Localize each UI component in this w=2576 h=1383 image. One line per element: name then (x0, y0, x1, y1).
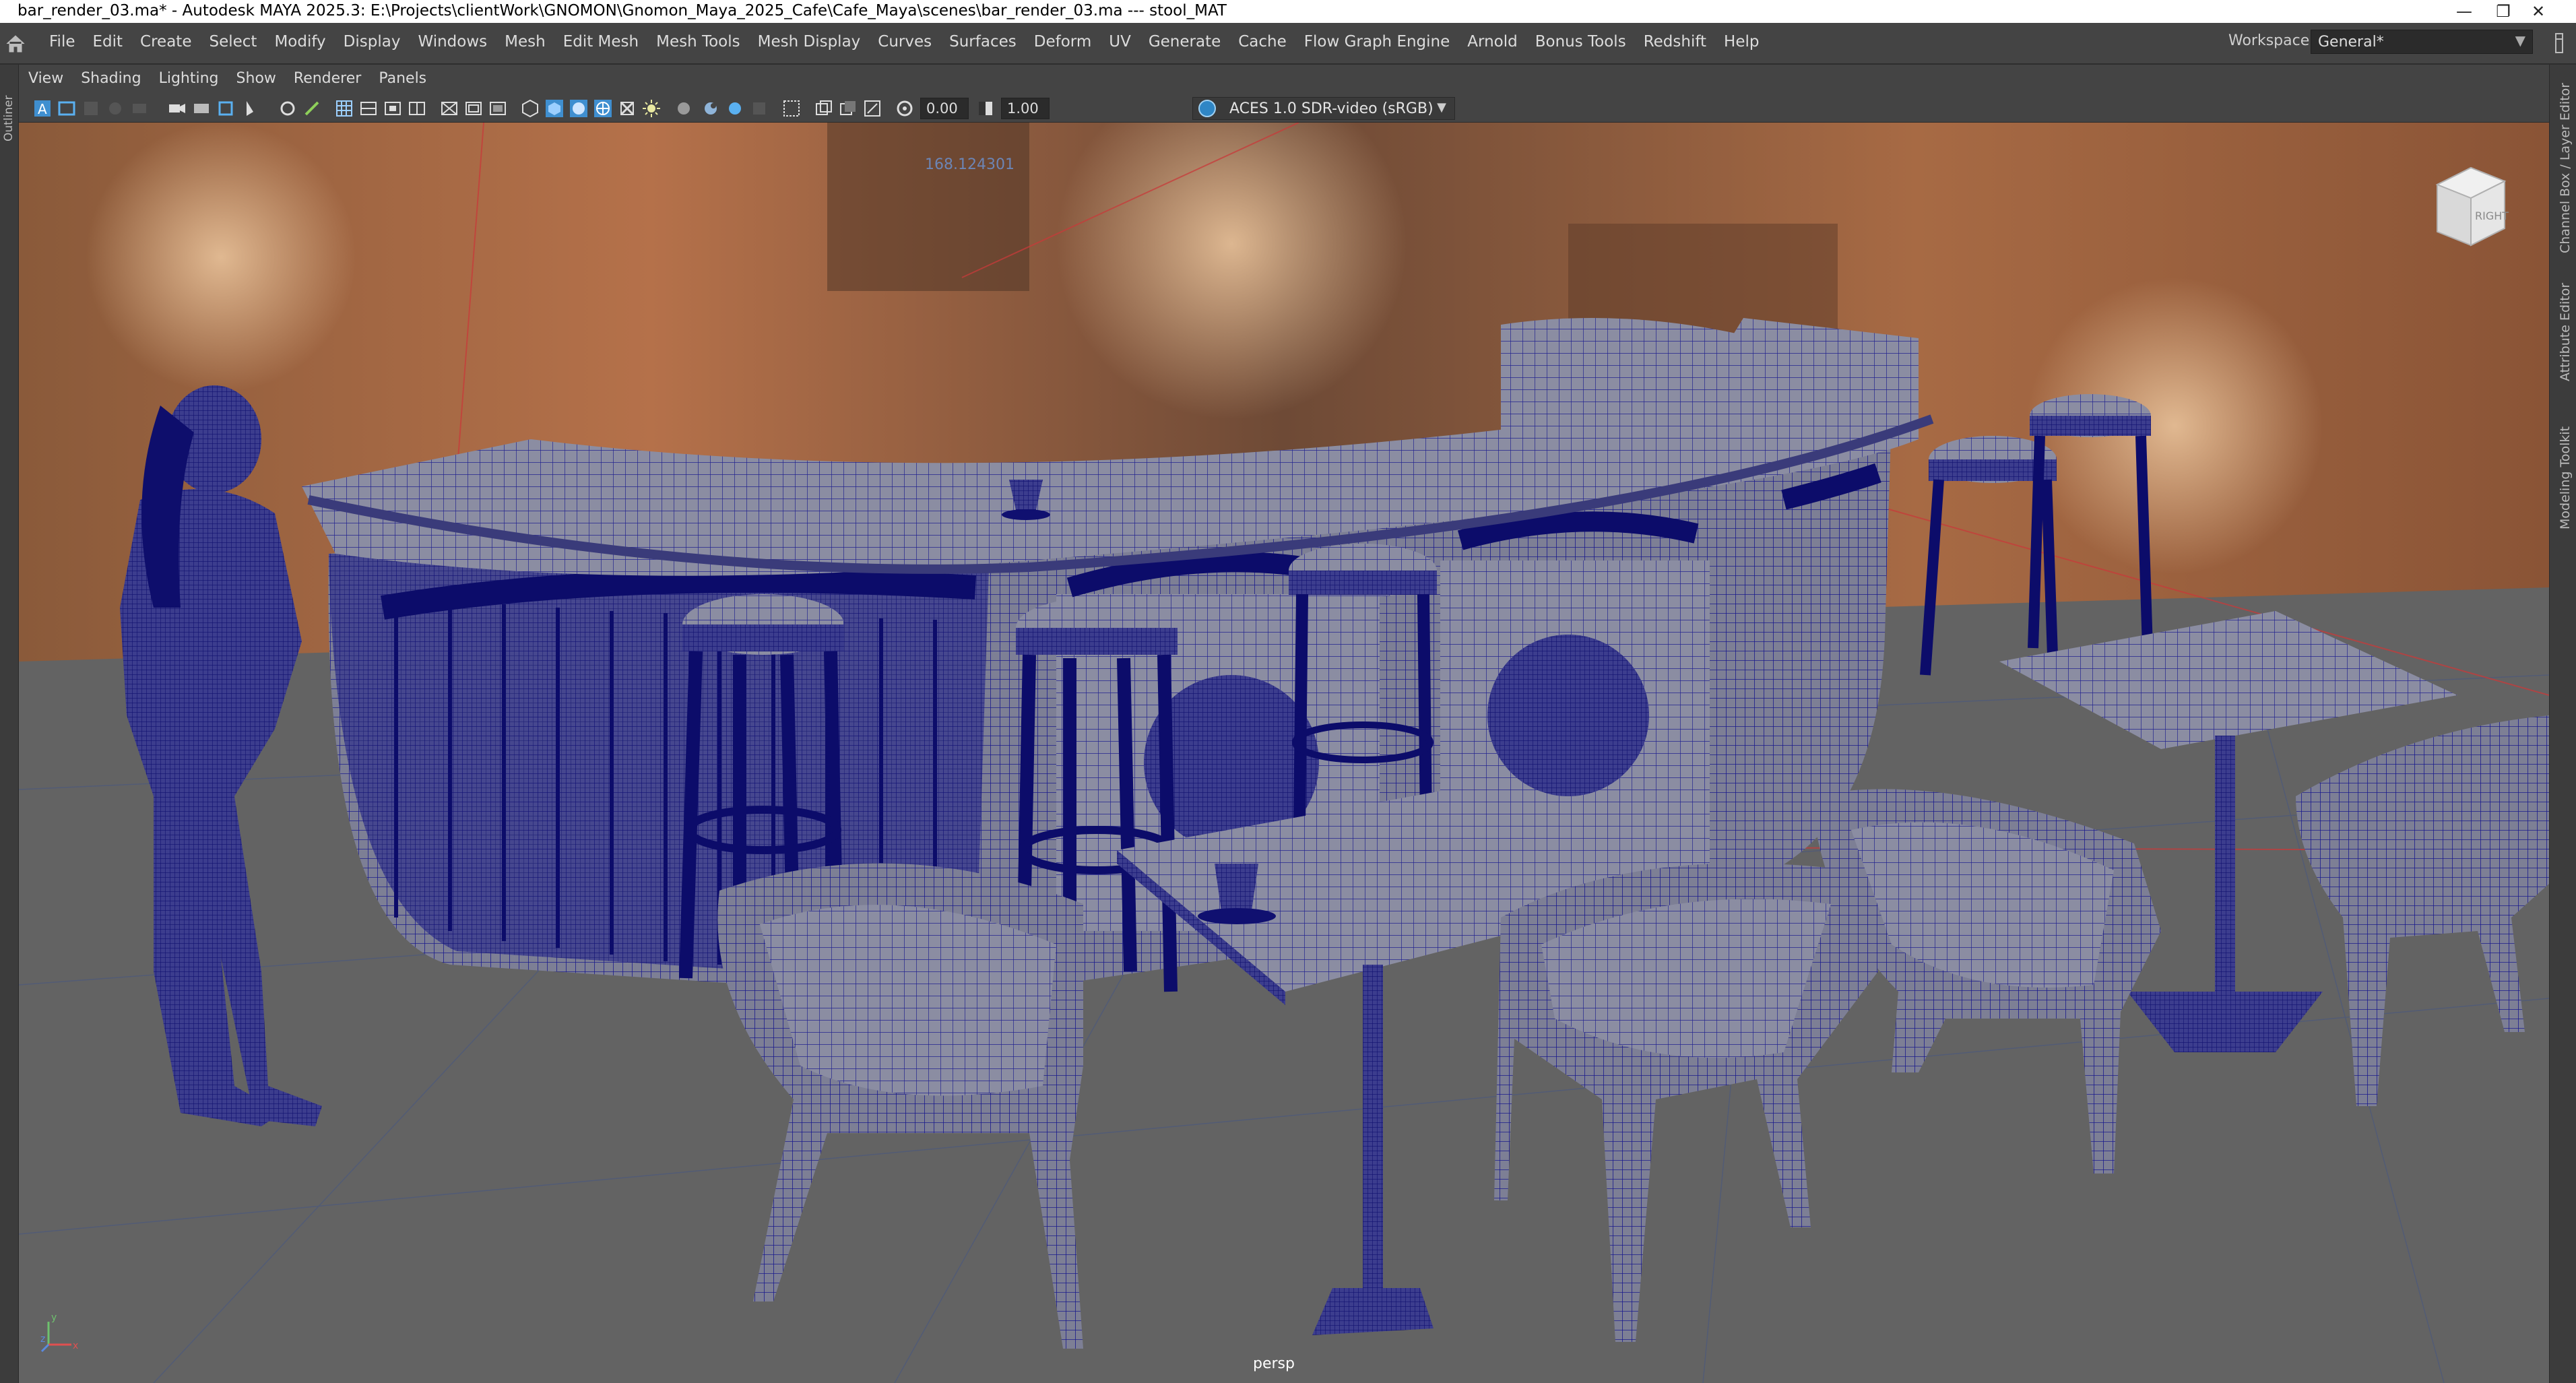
wireframe-icon[interactable] (334, 98, 354, 119)
menu-surfaces[interactable]: Surfaces (940, 33, 1025, 51)
backface-culling-icon[interactable] (701, 98, 721, 119)
color-space-value: ACES 1.0 SDR-video (sRGB) (1229, 100, 1434, 117)
ambient-occlusion-icon[interactable] (725, 98, 745, 119)
panel-menu-shading[interactable]: Shading (81, 70, 141, 94)
menu-mesh[interactable]: Mesh (496, 33, 554, 51)
resolution-gate-icon[interactable] (191, 98, 212, 119)
bookmark-icon[interactable] (81, 98, 101, 119)
gate-mask-icon[interactable] (216, 98, 236, 119)
exposure-field[interactable]: 0.00 (920, 98, 969, 119)
color-management-icon[interactable] (1198, 100, 1216, 117)
menu-redshift[interactable]: Redshift (1635, 33, 1715, 51)
camera-attributes-icon[interactable] (57, 98, 77, 119)
scene-render[interactable] (19, 123, 2549, 1383)
axis-label-y: y (51, 1312, 57, 1323)
attribute-editor-tab[interactable]: Attribute Editor (2558, 283, 2573, 381)
field-chart-icon[interactable] (240, 98, 260, 119)
anti-alias-icon[interactable] (749, 98, 769, 119)
resolution-icon[interactable] (862, 98, 882, 119)
hud-icon[interactable] (814, 98, 834, 119)
home-icon[interactable] (4, 32, 27, 55)
menu-bonus-tools[interactable]: Bonus Tools (1526, 33, 1635, 51)
panel-menu-view[interactable]: View (28, 70, 63, 94)
menu-file[interactable]: File (40, 33, 84, 51)
close-icon[interactable]: ✕ (2501, 0, 2576, 23)
smooth-shade-icon[interactable] (358, 98, 379, 119)
image-plane-icon[interactable] (105, 98, 125, 119)
title-bar: bar_render_03.ma* - Autodesk MAYA 2025.3… (0, 0, 2576, 23)
coordinate-readout: 168.124301 (925, 156, 1015, 173)
perspective-viewport[interactable]: 168.124301 RIGHT y z x persp (19, 123, 2549, 1383)
color-space-dropdown[interactable]: ACES 1.0 SDR-video (sRGB) ▼ (1192, 97, 1455, 120)
default-material-icon[interactable] (383, 98, 403, 119)
menu-mesh-tools[interactable]: Mesh Tools (647, 33, 749, 51)
chevron-down-icon: ▼ (1437, 100, 1446, 115)
textured-icon[interactable] (439, 98, 459, 119)
menu-flow-graph-engine[interactable]: Flow Graph Engine (1295, 33, 1459, 51)
panel-menu-panels[interactable]: Panels (379, 70, 426, 94)
menu-deform[interactable]: Deform (1025, 33, 1101, 51)
film-gate-icon[interactable] (167, 98, 187, 119)
workspace-dropdown[interactable]: General* ▼ (2311, 30, 2533, 54)
wireframe-on-shaded-icon[interactable] (407, 98, 427, 119)
camera-name-label: persp (1253, 1355, 1295, 1372)
panel-menu-show[interactable]: Show (236, 70, 276, 94)
motion-blur-icon[interactable] (544, 98, 565, 119)
axis-label-x: x (73, 1341, 78, 1351)
menu-edit-mesh[interactable]: Edit Mesh (554, 33, 647, 51)
axis-gizmo-icon: y z x (40, 1312, 78, 1353)
workspace-value: General* (2318, 34, 2384, 51)
outliner-tab-strip[interactable]: Outliner (0, 65, 19, 1383)
svg-text:A: A (38, 101, 47, 117)
exposure-icon[interactable] (895, 98, 915, 119)
right-panel-tab-strip: Channel Box / Layer Editor Attribute Edi… (2549, 65, 2576, 1383)
workspace-label: Workspace: (2228, 32, 2315, 49)
camera-overscan-icon[interactable] (838, 98, 858, 119)
grid-toggle-icon[interactable] (781, 98, 802, 119)
grid-icon[interactable] (129, 98, 150, 119)
safe-title-icon[interactable] (302, 98, 322, 119)
safe-action-icon[interactable] (278, 98, 298, 119)
viewcube-face-label: RIGHT (2475, 210, 2509, 222)
menu-help[interactable]: Help (1715, 33, 1768, 51)
xray-icon[interactable] (641, 98, 662, 119)
menu-generate[interactable]: Generate (1140, 33, 1229, 51)
modeling-toolkit-tab[interactable]: Modeling Toolkit (2558, 426, 2573, 529)
screen-space-ao-icon[interactable] (520, 98, 540, 119)
shadows-icon[interactable] (488, 98, 508, 119)
panel-menu: View Shading Lighting Show Renderer Pane… (19, 66, 2549, 94)
select-camera-icon[interactable]: A (32, 98, 53, 119)
menu-arnold[interactable]: Arnold (1458, 33, 1526, 51)
menu-display[interactable]: Display (335, 33, 410, 51)
channel-box-tab[interactable]: Channel Box / Layer Editor (2558, 83, 2573, 253)
main-menubar: File Edit Create Select Modify Display W… (0, 23, 2576, 65)
menu-modify[interactable]: Modify (265, 33, 334, 51)
viewcube-icon[interactable]: RIGHT (2424, 158, 2518, 252)
chevron-down-icon: ▼ (2515, 32, 2525, 49)
window-title: bar_render_03.ma* - Autodesk MAYA 2025.3… (18, 2, 1227, 20)
menu-uv[interactable]: UV (1100, 33, 1140, 51)
menu-select[interactable]: Select (200, 33, 265, 51)
outliner-tab[interactable]: Outliner (2, 96, 15, 142)
menu-windows[interactable]: Windows (409, 33, 496, 51)
panel-gripper-icon[interactable] (2550, 31, 2568, 55)
lighting-icon[interactable] (463, 98, 484, 119)
menu-cache[interactable]: Cache (1229, 33, 1295, 51)
multisample-aa-icon[interactable] (569, 98, 589, 119)
gamma-field[interactable]: 1.00 (1001, 98, 1050, 119)
menu-mesh-display[interactable]: Mesh Display (749, 33, 870, 51)
xray-joints-icon[interactable] (674, 98, 694, 119)
panel-menu-renderer[interactable]: Renderer (294, 70, 361, 94)
isolate-select-icon[interactable] (617, 98, 637, 119)
menu-curves[interactable]: Curves (869, 33, 940, 51)
axis-label-z: z (40, 1334, 45, 1345)
menu-create[interactable]: Create (131, 33, 200, 51)
depth-of-field-icon[interactable] (593, 98, 613, 119)
panel-menu-lighting[interactable]: Lighting (159, 70, 219, 94)
panel-toolbar: A 0.00 1.00 ACES 1.0 SDR-video (sRGB) ▼ (19, 94, 2549, 123)
menu-edit[interactable]: Edit (84, 33, 132, 51)
gamma-icon[interactable] (975, 98, 996, 119)
